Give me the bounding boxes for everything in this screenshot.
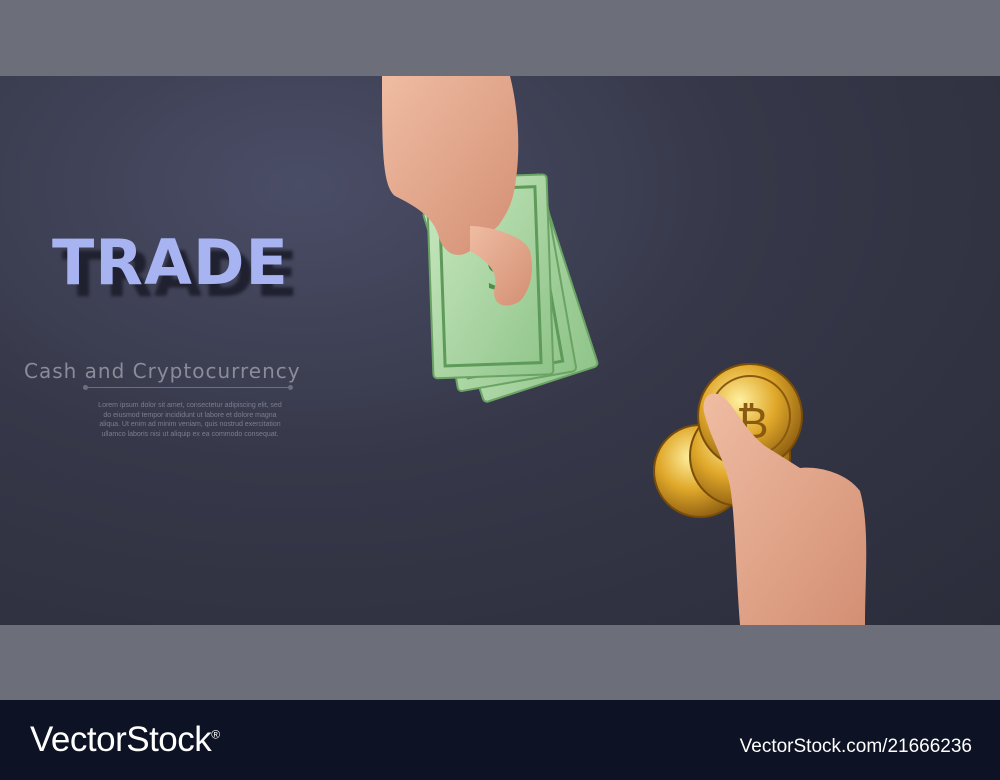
banner-panel: TRADE TRADE Cash and Cryptocurrency Lore… bbox=[0, 76, 1000, 625]
footer: VectorStock® VectorStock.com/21666236 bbox=[0, 700, 1000, 780]
logo-text: VectorStock bbox=[30, 720, 212, 759]
logo-mark: ® bbox=[211, 727, 220, 742]
vectorstock-logo: VectorStock® bbox=[30, 720, 220, 760]
bottom-band bbox=[0, 625, 1000, 700]
image-id: VectorStock.com/21666236 bbox=[739, 736, 972, 757]
illustration: $ $ ₿ bbox=[382, 76, 867, 625]
top-band bbox=[0, 0, 1000, 76]
